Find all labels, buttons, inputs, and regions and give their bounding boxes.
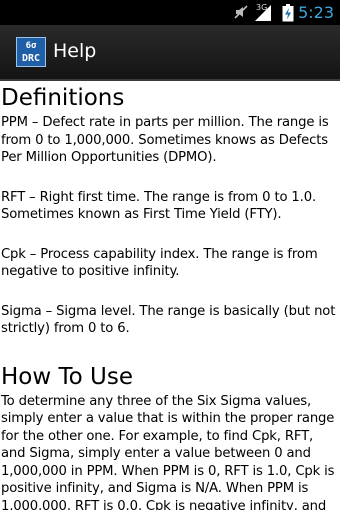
- page-title: Help: [53, 40, 97, 62]
- help-content[interactable]: Definitions PPM – Defect rate in parts p…: [0, 81, 340, 510]
- definition-sigma: Sigma – Sigma level. The range is basica…: [1, 303, 336, 337]
- app-logo-icon[interactable]: 6σ DRC: [16, 37, 46, 67]
- muted-icon: [234, 5, 248, 19]
- definition-rft: RFT – Right first time. The range is fro…: [1, 189, 316, 223]
- clock-time: 5:23: [298, 3, 334, 22]
- how-to-use-heading: How To Use: [1, 363, 133, 390]
- status-bar: 3G 5:23: [0, 0, 340, 25]
- definitions-heading: Definitions: [1, 85, 125, 111]
- definition-ppm: PPM – Defect rate in parts per million. …: [1, 115, 329, 165]
- app-logo-top-text: 6σ: [25, 41, 37, 51]
- action-bar: 6σ DRC Help: [0, 25, 340, 81]
- signal-icon: [255, 5, 271, 21]
- definition-cpk: Cpk – Process capability index. The rang…: [1, 246, 318, 280]
- how-to-use-text: To determine any three of the Six Sigma …: [1, 393, 335, 510]
- battery-charging-icon: [282, 4, 294, 22]
- app-logo-bottom-text: DRC: [21, 53, 41, 64]
